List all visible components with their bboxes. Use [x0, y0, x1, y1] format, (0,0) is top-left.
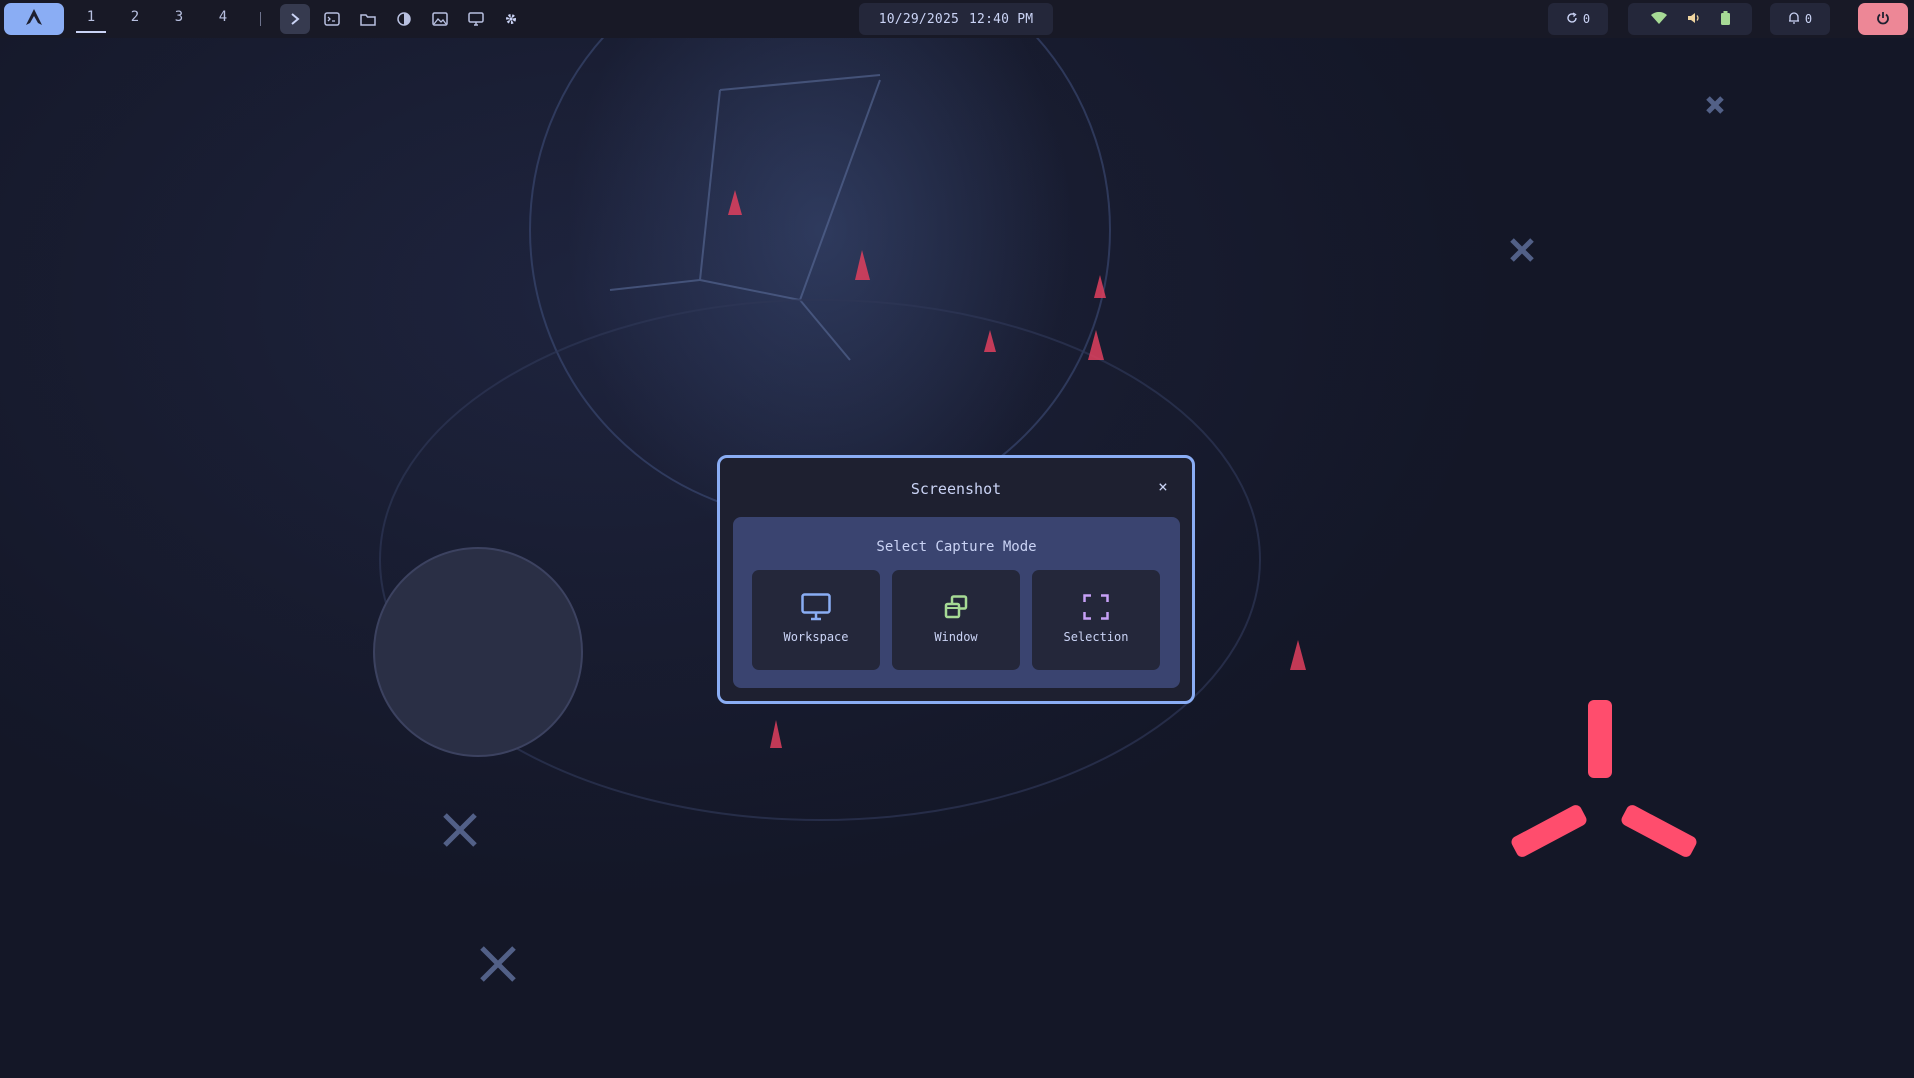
- capture-mode-panel: Select Capture Mode Workspace Window Sel…: [733, 517, 1180, 688]
- workspace-2[interactable]: 2: [120, 9, 150, 25]
- selection-icon: [1083, 592, 1109, 622]
- gear-icon[interactable]: [499, 7, 523, 31]
- folder-icon[interactable]: [356, 7, 380, 31]
- battery-icon[interactable]: [1720, 10, 1730, 28]
- workspace-1[interactable]: 1: [76, 9, 106, 33]
- wallpaper-sphere: [529, 0, 1111, 521]
- window-mode-label: Window: [934, 630, 978, 644]
- close-button[interactable]: ×: [1154, 478, 1172, 496]
- updates-count: 0: [1582, 12, 1591, 26]
- workspace-4[interactable]: 4: [208, 9, 238, 25]
- terminal-chevron-icon[interactable]: [280, 4, 310, 34]
- notifications-widget[interactable]: 0: [1770, 3, 1830, 35]
- wifi-icon[interactable]: [1650, 11, 1667, 27]
- workspace-separator: [260, 12, 261, 26]
- image-icon[interactable]: [428, 7, 452, 31]
- launcher-button[interactable]: [4, 3, 64, 35]
- window-icon: [944, 592, 968, 622]
- updates-widget[interactable]: 0: [1548, 3, 1608, 35]
- window-mode-button[interactable]: Window: [892, 570, 1020, 670]
- date-text: 10/29/2025: [878, 11, 960, 27]
- selection-mode-label: Selection: [1063, 630, 1129, 644]
- screenshot-dialog: Screenshot × Select Capture Mode Workspa…: [717, 455, 1195, 704]
- theme-icon[interactable]: [392, 7, 416, 31]
- terminal-icon[interactable]: [320, 7, 344, 31]
- capture-mode-label: Select Capture Mode: [876, 539, 1037, 555]
- arch-logo-icon: [25, 8, 43, 30]
- monitor-icon: [801, 592, 831, 622]
- volume-icon[interactable]: [1687, 12, 1701, 27]
- top-bar: 1 2 3 4 10/29/2025 12:40 PM 0 0: [0, 0, 1914, 38]
- time-text: 12:40 PM: [969, 11, 1034, 27]
- dialog-title: Screenshot: [910, 480, 1002, 498]
- refresh-icon: [1566, 11, 1578, 27]
- system-status-widget[interactable]: [1628, 3, 1752, 35]
- bell-icon: [1788, 11, 1800, 27]
- clock-widget[interactable]: 10/29/2025 12:40 PM: [859, 3, 1053, 35]
- display-icon[interactable]: [464, 7, 488, 31]
- workspace-mode-label: Workspace: [783, 630, 849, 644]
- workspace-3[interactable]: 3: [164, 9, 194, 25]
- power-icon: [1876, 10, 1890, 29]
- wallpaper-planet: [373, 547, 583, 757]
- workspace-mode-button[interactable]: Workspace: [752, 570, 880, 670]
- power-button[interactable]: [1858, 3, 1908, 35]
- selection-mode-button[interactable]: Selection: [1032, 570, 1160, 670]
- notifications-count: 0: [1804, 12, 1813, 26]
